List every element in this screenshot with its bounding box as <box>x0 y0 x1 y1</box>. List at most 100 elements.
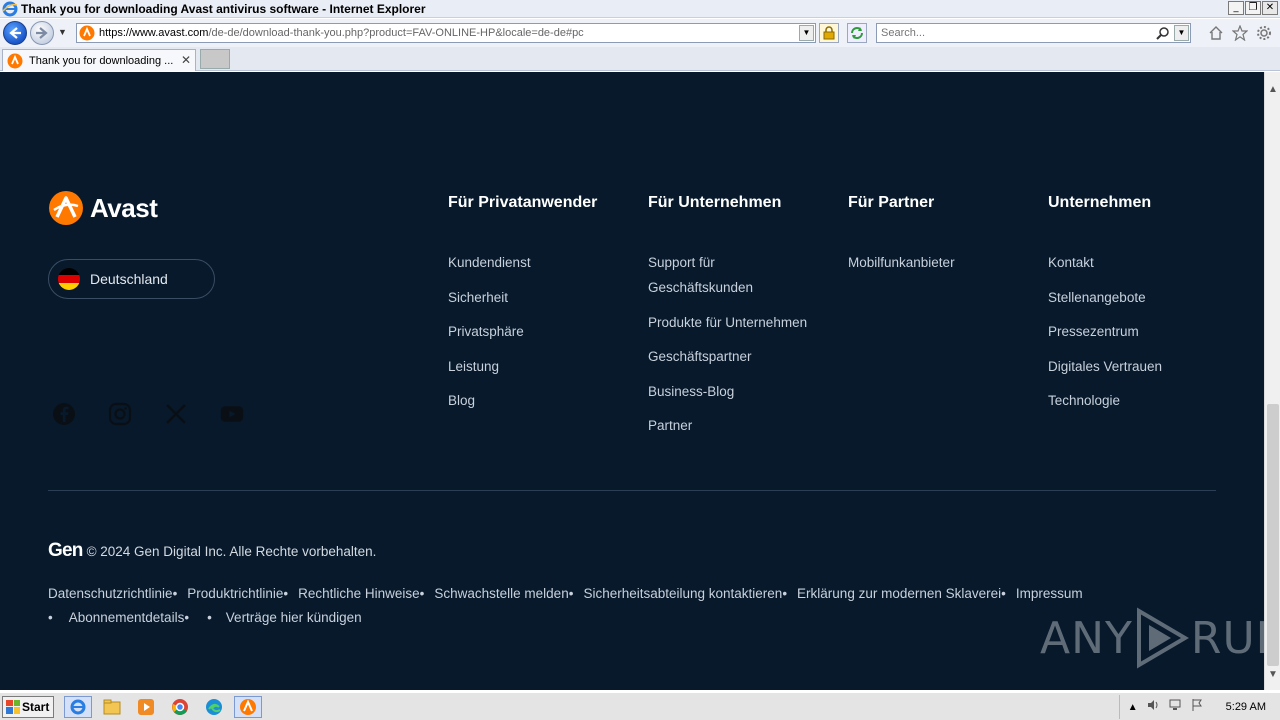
address-bar[interactable]: https://www.avast.com/de-de/download-tha… <box>76 23 816 43</box>
footer-link[interactable]: Kontakt <box>1048 250 1238 275</box>
window-titlebar: Thank you for downloading Avast antiviru… <box>0 0 1280 18</box>
bullet: • <box>283 586 289 601</box>
screen: Thank you for downloading Avast antiviru… <box>0 0 1280 720</box>
search-icon[interactable] <box>1156 26 1170 45</box>
footer-link[interactable]: Business-Blog <box>648 379 823 404</box>
start-button[interactable]: Start <box>2 695 54 718</box>
avast-brand[interactable]: Avast <box>48 190 158 226</box>
clock[interactable]: 5:29 AM <box>1226 701 1266 713</box>
footer-link[interactable]: Digitales Vertrauen <box>1048 354 1238 379</box>
search-input[interactable] <box>881 27 1151 39</box>
footer-divider <box>48 490 1216 491</box>
window-title: Thank you for downloading Avast antiviru… <box>21 1 426 16</box>
bullet: • <box>184 610 190 625</box>
footer-link[interactable]: Sicherheit <box>448 285 638 310</box>
footer-link[interactable]: Partner <box>648 413 823 438</box>
footer-link[interactable]: Pressezentrum <box>1048 319 1238 344</box>
taskbar: Start ▲ 5:29 AM <box>0 692 1280 720</box>
back-button[interactable] <box>3 21 27 45</box>
volume-icon[interactable] <box>1146 698 1160 717</box>
footer-link[interactable]: Geschäftspartner <box>648 344 823 369</box>
search-box[interactable]: ▼ <box>876 23 1191 43</box>
new-tab-button[interactable] <box>200 49 230 69</box>
ie-logo-icon <box>2 1 18 17</box>
scroll-thumb[interactable] <box>1267 404 1279 666</box>
ie-icon[interactable] <box>64 695 92 718</box>
bullet: • <box>419 586 425 601</box>
bullet: • <box>782 586 788 601</box>
scroll-down-icon[interactable]: ▼ <box>1268 669 1278 680</box>
footer-column-partner: Für Partner Mobilfunkanbieter <box>848 194 1038 285</box>
search-dropdown-icon[interactable]: ▼ <box>1174 25 1189 41</box>
legal-link-privacy[interactable]: Datenschutzrichtlinie <box>48 586 173 601</box>
tab-bar: Thank you for downloading ... ✕ <box>0 47 1280 71</box>
media-player-icon[interactable] <box>132 696 160 718</box>
restore-button[interactable]: ❐ <box>1245 1 1261 15</box>
watermark-text-right: RUN <box>1190 612 1264 664</box>
avast-logo-icon <box>48 190 84 226</box>
address-url[interactable]: https://www.avast.com/de-de/download-tha… <box>99 27 584 39</box>
legal-link-imprint[interactable]: Impressum <box>1016 586 1083 601</box>
germany-flag-icon <box>58 268 80 290</box>
footer-link[interactable]: Technologie <box>1048 388 1238 413</box>
country-selector[interactable]: Deutschland <box>48 259 215 299</box>
footer-column-business: Für Unternehmen Support für Geschäftskun… <box>648 194 823 448</box>
network-icon[interactable] <box>1168 698 1182 717</box>
tab-avast-thank-you[interactable]: Thank you for downloading ... ✕ <box>2 49 196 71</box>
instagram-icon[interactable] <box>108 402 132 426</box>
legal-link-report-vulnerability[interactable]: Schwachstelle melden <box>434 586 568 601</box>
history-dropdown-icon[interactable]: ▼ <box>58 27 67 37</box>
legal-link-contact-security[interactable]: Sicherheitsabteilung kontaktieren <box>583 586 782 601</box>
gear-icon[interactable] <box>1256 25 1272 46</box>
x-icon[interactable] <box>164 402 188 426</box>
page-footer: Avast Deutschland Für Privatanwender Kun… <box>0 72 1264 690</box>
footer-link[interactable]: Support für Geschäftskunden <box>648 250 768 300</box>
legal-link-slavery-statement[interactable]: Erklärung zur modernen Sklaverei <box>797 586 1001 601</box>
system-tray: ▲ 5:29 AM <box>1118 695 1280 719</box>
brand-name: Avast <box>90 192 158 223</box>
home-icon[interactable] <box>1208 25 1224 46</box>
facebook-icon[interactable] <box>52 402 76 426</box>
legal-link-subscription-details[interactable]: Abonnementdetails <box>69 610 185 625</box>
vertical-scrollbar[interactable]: ▲ ▼ <box>1264 72 1280 690</box>
footer-link[interactable]: Blog <box>448 388 638 413</box>
minimize-button[interactable]: _ <box>1228 1 1244 15</box>
legal-links: Datenschutzrichtlinie• Produktrichtlinie•… <box>48 582 1168 630</box>
tray-expand-icon[interactable]: ▲ <box>1128 702 1138 713</box>
avast-favicon-icon <box>7 53 23 69</box>
address-dropdown-icon[interactable]: ▼ <box>799 25 814 41</box>
column-heading: Für Partner <box>848 194 935 211</box>
forward-button[interactable] <box>30 21 54 45</box>
tab-label: Thank you for downloading ... <box>29 54 174 67</box>
footer-link[interactable]: Produkte für Unternehmen <box>648 310 823 335</box>
legal-link-legal-notice[interactable]: Rechtliche Hinweise <box>298 586 420 601</box>
youtube-icon[interactable] <box>220 402 244 426</box>
anyrun-watermark: ANY RUN <box>1040 607 1264 669</box>
footer-link[interactable]: Mobilfunkanbieter <box>848 250 1038 275</box>
edge-icon[interactable] <box>200 696 228 718</box>
tab-close-icon[interactable]: ✕ <box>181 53 191 67</box>
column-heading: Unternehmen <box>1048 194 1152 211</box>
footer-link[interactable]: Leistung <box>448 354 638 379</box>
copyright-text: © 2024 Gen Digital Inc. Alle Rechte vorb… <box>86 544 377 559</box>
close-window-button[interactable]: ✕ <box>1262 1 1278 15</box>
footer-column-private: Für Privatanwender Kundendienst Sicherhe… <box>448 194 638 423</box>
navigation-bar: ▼ https://www.avast.com/de-de/download-t… <box>0 19 1280 47</box>
scroll-up-icon[interactable]: ▲ <box>1268 84 1278 95</box>
footer-link[interactable]: Privatsphäre <box>448 319 638 344</box>
arrow-right-icon <box>36 27 48 39</box>
security-lock-button[interactable] <box>819 23 839 43</box>
footer-link[interactable]: Kundendienst <box>448 250 638 275</box>
watermark-text-left: ANY <box>1040 612 1133 664</box>
favorites-star-icon[interactable] <box>1231 24 1249 46</box>
explorer-icon[interactable] <box>98 696 126 718</box>
action-center-flag-icon[interactable] <box>1190 698 1204 717</box>
url-path: /de-de/download-thank-you.php?product=FA… <box>208 27 584 39</box>
avast-icon[interactable] <box>234 695 262 718</box>
chrome-icon[interactable] <box>166 696 194 718</box>
footer-link[interactable]: Stellenangebote <box>1048 285 1238 310</box>
bullet: • <box>48 610 53 625</box>
legal-link-cancel-contracts[interactable]: Verträge hier kündigen <box>226 610 362 625</box>
legal-link-product-policy[interactable]: Produktrichtlinie <box>187 586 283 601</box>
refresh-button[interactable] <box>847 23 867 43</box>
